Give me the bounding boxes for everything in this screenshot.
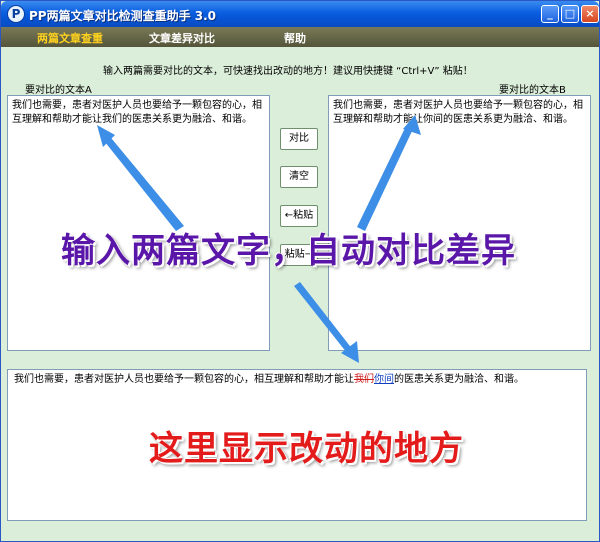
maximize-button[interactable]: □ <box>561 5 579 23</box>
close-button[interactable]: × <box>581 5 599 23</box>
result-text-suffix: 的医患关系更为融洽、和谐。 <box>394 374 524 385</box>
result-deleted-text: 我们 <box>354 374 374 385</box>
annotation-auto-compare: 输入两篇文字，自动对比差异 <box>61 231 516 271</box>
app-icon: P <box>7 5 25 23</box>
window-title: PP两篇文章对比检测查重助手 3.0 <box>29 9 217 23</box>
annotation-show-changes: 这里显示改动的地方 <box>149 429 464 469</box>
app-window: P PP两篇文章对比检测查重助手 3.0 _ □ × 两篇文章查重 文章差异对比… <box>0 0 600 542</box>
menu-item-help[interactable]: 帮助 <box>284 30 306 46</box>
menu-bar: 两篇文章查重 文章差异对比 帮助 <box>1 27 599 47</box>
text-a-label: 要对比的文本A <box>25 85 92 96</box>
minimize-button[interactable]: _ <box>541 5 559 23</box>
compare-button[interactable]: 对比 <box>280 128 318 150</box>
menu-item-diff-compare[interactable]: 文章差异对比 <box>149 30 215 46</box>
title-bar[interactable]: P PP两篇文章对比检测查重助手 3.0 _ □ × <box>1 1 599 27</box>
result-inserted-text: 你间 <box>374 374 394 385</box>
clear-button[interactable]: 清空 <box>280 166 318 188</box>
menu-item-duplicate-check[interactable]: 两篇文章查重 <box>37 30 103 46</box>
result-text-prefix: 我们也需要，患者对医护人员也要给予一颗包容的心，相互理解和帮助才能让 <box>14 374 354 385</box>
text-b-label: 要对比的文本B <box>499 85 566 96</box>
instruction-text: 输入两篇需要对比的文本，可快速找出改动的地方！建议用快捷键 “Ctrl+V” 粘… <box>103 66 473 77</box>
